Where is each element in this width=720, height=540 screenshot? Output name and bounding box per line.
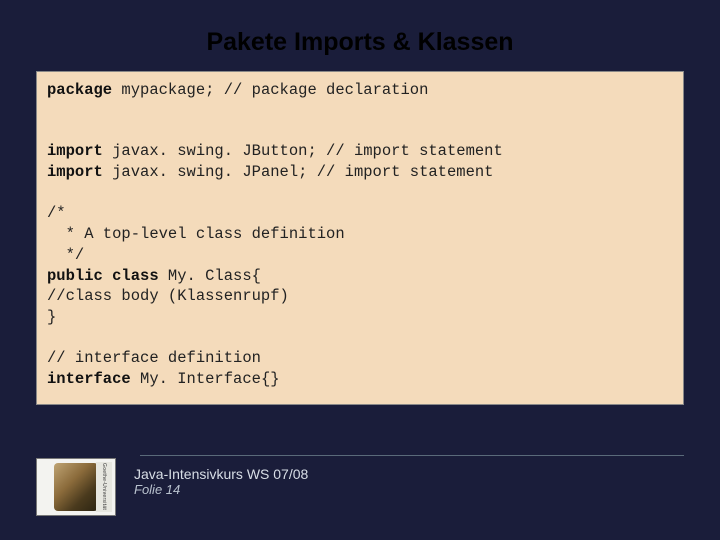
footer-text: Java-Intensivkurs WS 07/08 Folie 14: [134, 458, 308, 497]
code-line: // interface definition: [47, 348, 673, 369]
slide-title: Pakete Imports & Klassen: [36, 28, 684, 57]
code-line: public class My. Class{: [47, 266, 673, 287]
code-line: //class body (Klassenrupf): [47, 286, 673, 307]
blank-line: [47, 101, 673, 121]
blank-line: [47, 121, 673, 141]
code-block: package mypackage; // package declaratio…: [36, 71, 684, 405]
footer-divider: [140, 455, 684, 456]
blank-line: [47, 183, 673, 203]
blank-line: [47, 328, 673, 348]
keyword-interface: interface: [47, 370, 131, 388]
university-logo: Goethe-Universität: [36, 458, 116, 516]
code-line: }: [47, 307, 673, 328]
logo-stripe-text: Goethe-Universität: [101, 463, 107, 510]
logo-portrait: [54, 463, 98, 511]
code-text: My. Interface{}: [131, 370, 280, 388]
code-text: My. Class{: [159, 267, 261, 285]
footer: Goethe-Universität Java-Intensivkurs WS …: [36, 458, 684, 516]
code-line: */: [47, 245, 673, 266]
code-text: javax. swing. JPanel; // import statemen…: [103, 163, 494, 181]
slide-number: Folie 14: [134, 482, 308, 497]
slide: Pakete Imports & Klassen package mypacka…: [0, 0, 720, 540]
code-line: import javax. swing. JButton; // import …: [47, 141, 673, 162]
code-line: import javax. swing. JPanel; // import s…: [47, 162, 673, 183]
logo-stripe: Goethe-Universität: [96, 462, 112, 512]
keyword-import: import: [47, 142, 103, 160]
code-text: mypackage; // package declaration: [112, 81, 428, 99]
code-line: /*: [47, 203, 673, 224]
keyword-public-class: public class: [47, 267, 159, 285]
code-line: interface My. Interface{}: [47, 369, 673, 390]
course-label: Java-Intensivkurs WS 07/08: [134, 466, 308, 482]
keyword-package: package: [47, 81, 112, 99]
code-text: javax. swing. JButton; // import stateme…: [103, 142, 503, 160]
code-line: package mypackage; // package declaratio…: [47, 80, 673, 101]
keyword-import: import: [47, 163, 103, 181]
code-line: * A top-level class definition: [47, 224, 673, 245]
